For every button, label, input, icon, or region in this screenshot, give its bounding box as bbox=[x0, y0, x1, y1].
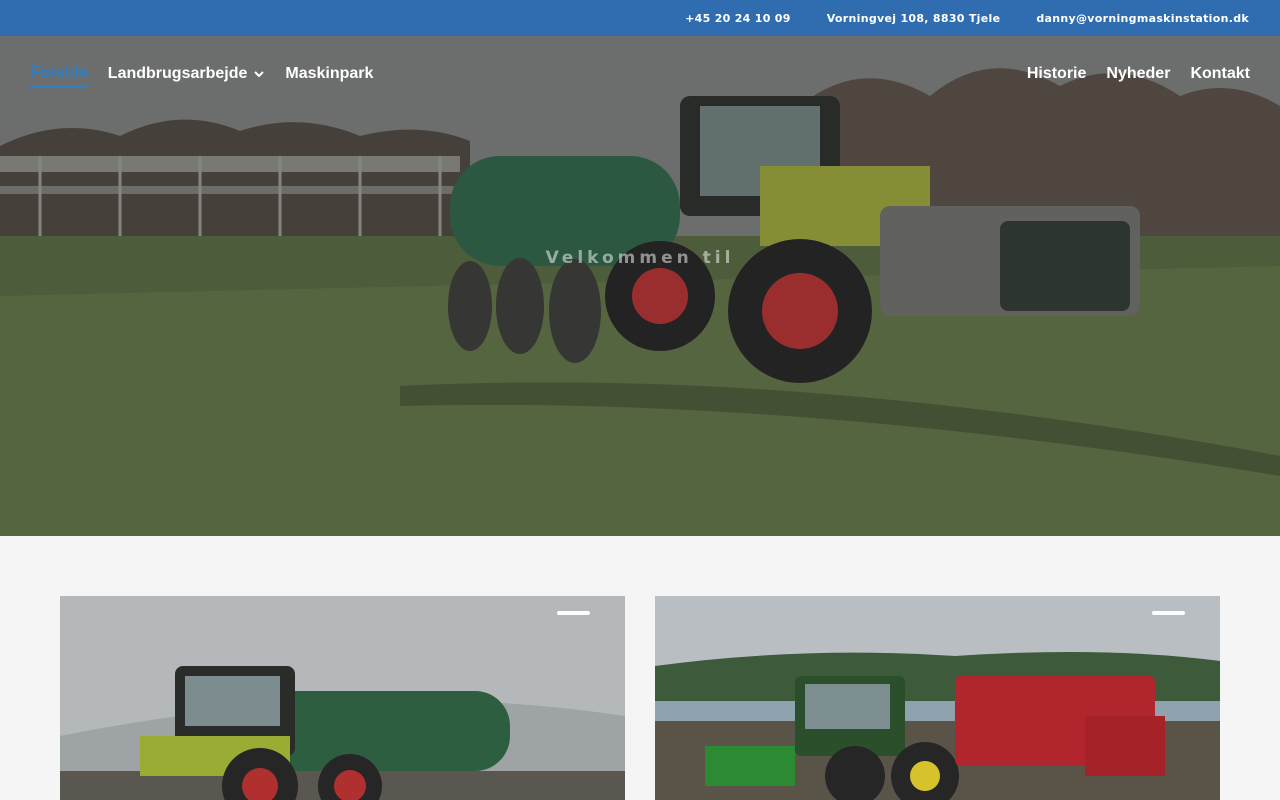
nav-item-nyheder[interactable]: Nyheder bbox=[1106, 65, 1170, 87]
nav-item-landbrugsarbejde[interactable]: Landbrugsarbejde bbox=[108, 65, 266, 87]
main-navigation: Forside Landbrugsarbejde Maskinpark Hist… bbox=[0, 36, 1280, 116]
image-card-seeder[interactable] bbox=[655, 596, 1220, 800]
image-cards bbox=[60, 596, 1220, 800]
slider-indicator[interactable] bbox=[1152, 611, 1185, 615]
nav-item-label: Landbrugsarbejde bbox=[107, 65, 248, 82]
nav-left-group: Forside Landbrugsarbejde Maskinpark bbox=[30, 64, 373, 88]
nav-item-maskinpark[interactable]: Maskinpark bbox=[285, 65, 373, 87]
nav-item-forside[interactable]: Forside bbox=[30, 64, 88, 88]
top-contact-bar: +45 20 24 10 09 Vorningvej 108, 8830 Tje… bbox=[0, 0, 1280, 36]
chevron-down-icon bbox=[254, 71, 265, 78]
tanker-photo bbox=[60, 596, 625, 800]
image-card-tanker[interactable] bbox=[60, 596, 625, 800]
email-link[interactable]: danny@vorningmaskinstation.dk bbox=[1036, 12, 1249, 25]
slider-indicator[interactable] bbox=[557, 611, 590, 615]
address-text: Vorningvej 108, 8830 Tjele bbox=[826, 11, 1001, 25]
hero-welcome-text: Velkommen til bbox=[545, 248, 735, 268]
nav-right-group: Historie Nyheder Kontakt bbox=[1027, 65, 1250, 87]
nav-item-kontakt[interactable]: Kontakt bbox=[1190, 65, 1250, 87]
phone-link[interactable]: +45 20 24 10 09 bbox=[685, 12, 791, 25]
nav-item-historie[interactable]: Historie bbox=[1027, 65, 1087, 87]
seeder-photo bbox=[655, 596, 1220, 800]
